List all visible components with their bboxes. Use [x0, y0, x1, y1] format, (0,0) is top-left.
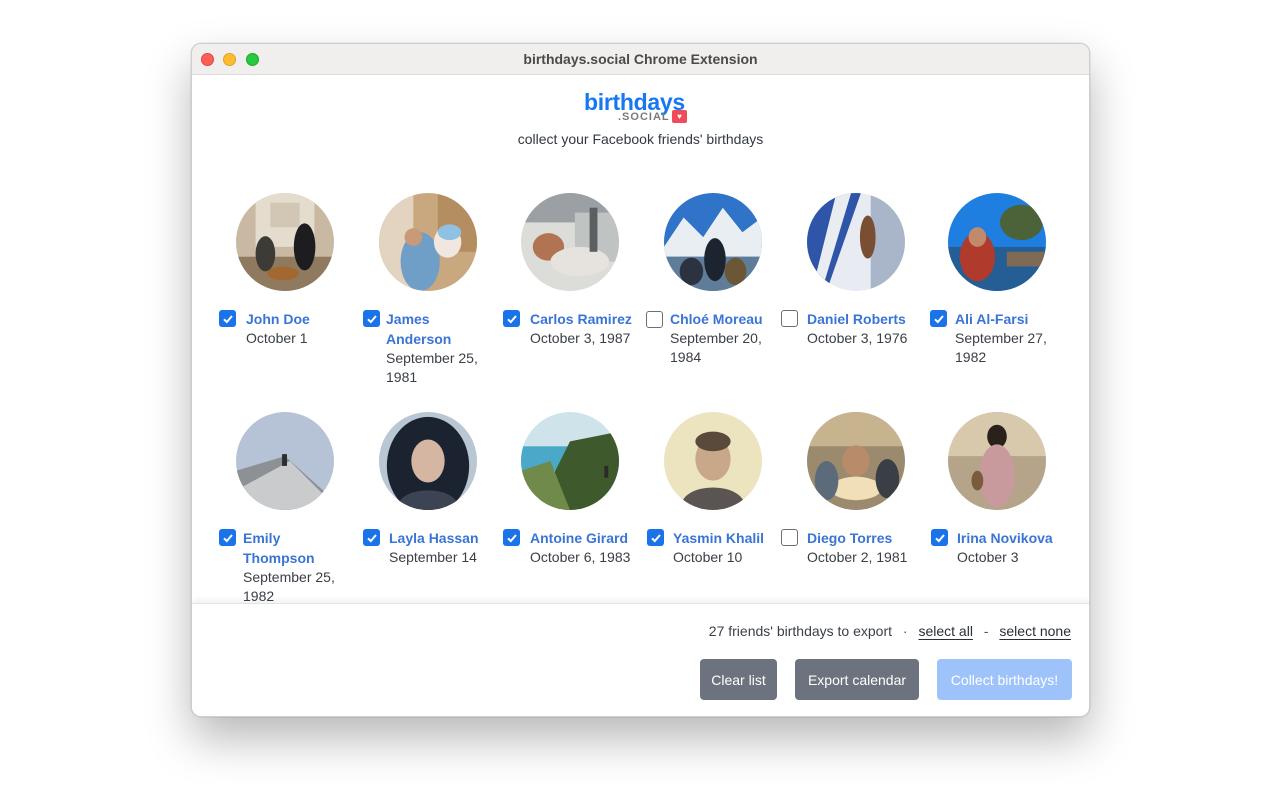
friend-checkbox[interactable] [781, 529, 798, 546]
friend-card: Diego Torres October 2, 1981 [781, 412, 931, 603]
friend-avatar [664, 193, 762, 291]
tagline: collect your Facebook friends' birthdays [517, 131, 764, 147]
heart-icon: ♥ [672, 110, 687, 123]
friend-card: Chloé Moreau September 20, 1984 [646, 193, 788, 393]
birthdays-social-logo: birthdays .SOCIAL ♥ [584, 89, 699, 125]
export-count: 27 friends' birthdays to export [708, 623, 893, 639]
friend-checkbox[interactable] [219, 310, 236, 327]
friend-avatar [379, 412, 477, 510]
collect-birthdays-button[interactable]: Collect birthdays! [937, 659, 1072, 700]
separator: · [902, 623, 908, 639]
friend-avatar [236, 193, 334, 291]
friend-birthday: September 25, 1981 [386, 350, 478, 385]
friend-birthday: October 3, 1987 [530, 330, 631, 346]
friend-birthday: September 25, 1982 [243, 569, 335, 603]
friend-checkbox[interactable] [363, 310, 380, 327]
friend-card: Layla Hassan September 14 [361, 412, 503, 603]
friend-card: Irina Novikova October 3 [930, 412, 1072, 603]
friend-birthday: September 14 [389, 549, 477, 565]
friend-checkbox[interactable] [931, 529, 948, 546]
clear-list-button[interactable]: Clear list [700, 659, 777, 700]
friend-card: Ali Al-Farsi September 27, 1982 [930, 193, 1072, 393]
friend-card: Yasmin Khalil October 10 [646, 412, 788, 603]
friend-birthday: September 20, 1984 [670, 330, 762, 365]
friend-birthday: September 27, 1982 [955, 330, 1047, 365]
friend-name[interactable]: John Doe [246, 309, 310, 329]
friend-card: James Anderson September 25, 1981 [361, 193, 503, 393]
friend-name[interactable]: Emily Thompson [243, 528, 315, 568]
friend-avatar [807, 193, 905, 291]
title-bar: birthdays.social Chrome Extension [192, 44, 1089, 75]
friend-name[interactable]: Diego Torres [807, 528, 892, 548]
friend-birthday: October 3 [957, 549, 1019, 565]
friend-card: Emily Thompson September 25, 1982 [218, 412, 360, 603]
friend-card: Daniel Roberts October 3, 1976 [781, 193, 931, 393]
select-none-link[interactable]: select none [999, 623, 1071, 639]
friend-birthday: October 6, 1983 [530, 549, 631, 565]
friends-content[interactable]: birthdays .SOCIAL ♥ collect your Faceboo… [192, 75, 1089, 603]
friend-name[interactable]: Chloé Moreau [670, 309, 763, 329]
friend-avatar [948, 193, 1046, 291]
friend-name[interactable]: Layla Hassan [389, 528, 479, 548]
friend-name[interactable]: Yasmin Khalil [673, 528, 764, 548]
friend-card: Antoine Girard October 6, 1983 [503, 412, 645, 603]
friend-avatar [807, 412, 905, 510]
friend-avatar [521, 193, 619, 291]
friend-name[interactable]: Carlos Ramirez [530, 309, 632, 329]
friend-avatar [521, 412, 619, 510]
window-title: birthdays.social Chrome Extension [523, 51, 758, 67]
friend-checkbox[interactable] [930, 310, 947, 327]
export-calendar-button[interactable]: Export calendar [795, 659, 919, 700]
friend-name[interactable]: Antoine Girard [530, 528, 628, 548]
friend-checkbox[interactable] [503, 529, 520, 546]
friend-birthday: October 1 [246, 330, 308, 346]
friend-checkbox[interactable] [781, 310, 798, 327]
friend-name[interactable]: James Anderson [386, 309, 451, 349]
friend-checkbox[interactable] [363, 529, 380, 546]
friend-avatar [948, 412, 1046, 510]
friend-birthday: October 10 [673, 549, 743, 565]
friend-avatar [664, 412, 762, 510]
friend-birthday: October 3, 1976 [807, 330, 908, 346]
friend-card: John Doe October 1 [218, 193, 360, 393]
friend-card: Carlos Ramirez October 3, 1987 [503, 193, 645, 393]
friend-checkbox[interactable] [647, 529, 664, 546]
friend-name[interactable]: Irina Novikova [957, 528, 1053, 548]
select-all-link[interactable]: select all [918, 623, 972, 639]
friend-checkbox[interactable] [503, 310, 520, 327]
export-summary: 27 friends' birthdays to export · select… [709, 623, 1071, 639]
friend-birthday: October 2, 1981 [807, 549, 908, 565]
separator: - [983, 623, 989, 639]
friend-checkbox[interactable] [646, 311, 663, 328]
app-window: birthdays.social Chrome Extension birthd… [191, 43, 1090, 717]
friend-checkbox[interactable] [219, 529, 236, 546]
logo-subtitle: .SOCIAL [618, 111, 670, 123]
friend-name[interactable]: Daniel Roberts [807, 309, 906, 329]
friend-avatar [236, 412, 334, 510]
export-footer: 27 friends' birthdays to export · select… [192, 603, 1089, 716]
friend-avatar [379, 193, 477, 291]
friend-name[interactable]: Ali Al-Farsi [955, 309, 1028, 329]
